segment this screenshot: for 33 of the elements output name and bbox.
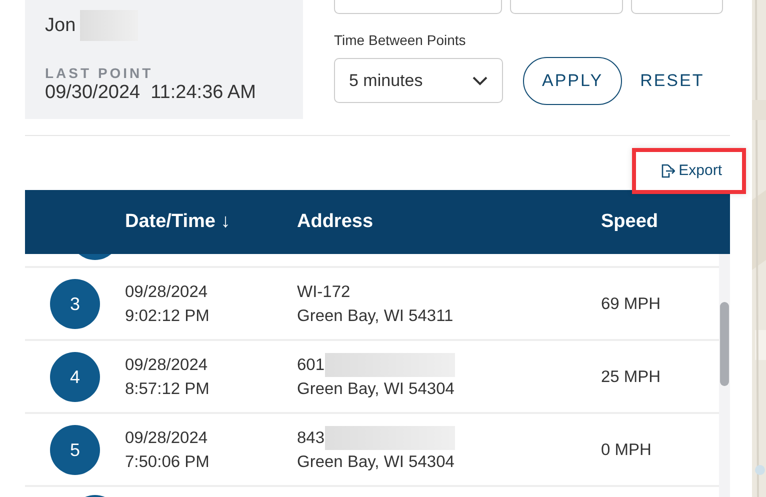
time-text: 7:50:06 PM	[125, 452, 210, 472]
scrollbar-thumb[interactable]	[720, 302, 729, 386]
column-header: Address	[297, 210, 374, 232]
apply-button[interactable]: APPLY	[523, 57, 622, 104]
column-header[interactable]: Date/Time ↓	[125, 210, 230, 232]
column-header: Speed	[601, 210, 658, 232]
city-text: Green Bay, WI 54311	[297, 306, 454, 326]
date-text: 09/28/2024	[125, 354, 209, 376]
date-text: 09/28/2024	[125, 282, 209, 302]
interval-label: Time Between Points	[334, 31, 467, 50]
point-number-badge: 5	[50, 424, 100, 474]
export-icon	[660, 164, 675, 178]
street-text: 843	[297, 428, 325, 448]
reset-button[interactable]: RESET	[640, 58, 704, 104]
last-point-label: LAST POINT	[45, 65, 154, 81]
city-text: Green Bay, WI 54304	[297, 452, 456, 472]
speed-text: 0 MPH	[601, 440, 652, 458]
chevron-down-icon	[472, 76, 488, 86]
speed-text: 25 MPH	[601, 368, 661, 386]
point-number-badge: 3	[50, 278, 100, 328]
date-text: 09/28/2024	[125, 428, 209, 448]
street-text: WI-172	[297, 282, 350, 302]
last-point-value: 09/30/2024 11:24:36 AM	[45, 81, 257, 105]
time-text: 8:57:12 PM	[125, 378, 210, 400]
driver-name: Jon	[45, 14, 76, 38]
speed-text: 69 MPH	[601, 294, 661, 312]
city-text: Green Bay, WI 54304	[297, 378, 456, 400]
street-text: 601	[297, 354, 325, 376]
time-text: 9:02:12 PM	[125, 306, 210, 326]
scrollbar[interactable]	[719, 254, 730, 497]
export-button[interactable]: Export	[632, 148, 746, 194]
point-number-badge: 4	[50, 352, 100, 402]
interval-select[interactable]: 5 minutes	[334, 58, 503, 104]
